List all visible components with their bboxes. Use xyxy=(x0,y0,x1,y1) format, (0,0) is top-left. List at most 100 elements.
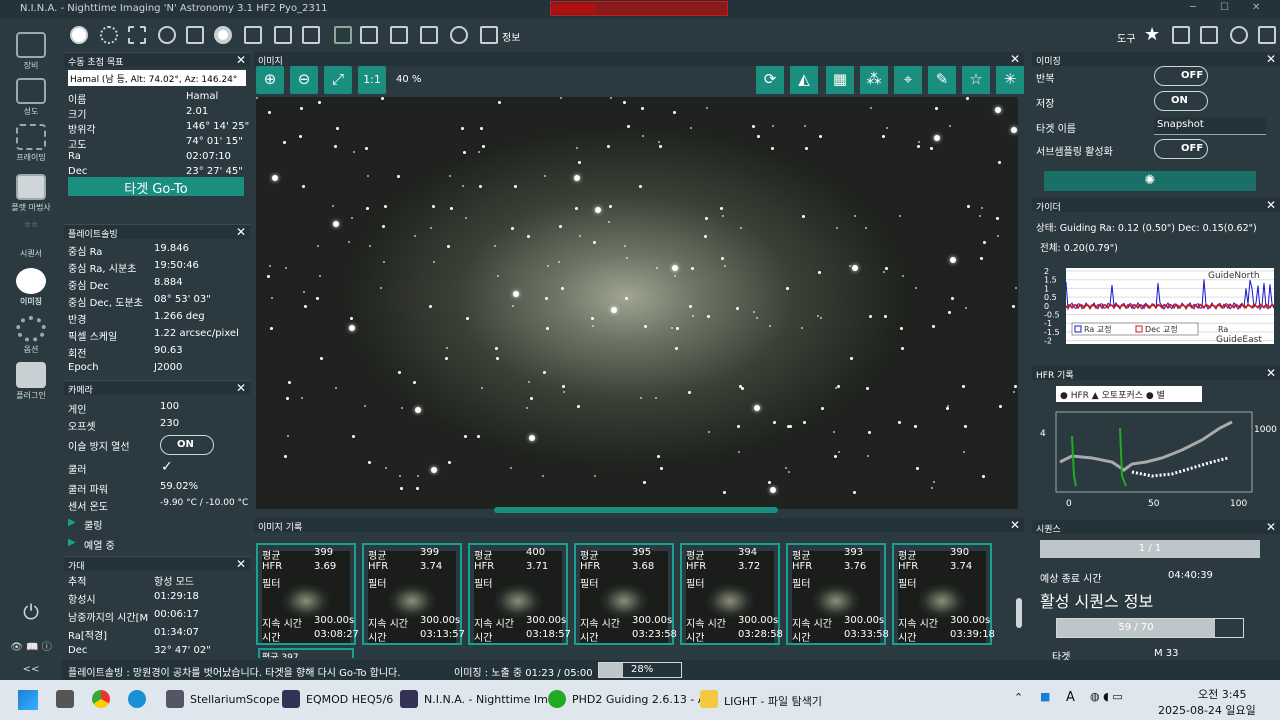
history-thumb[interactable]: 평균 394 HFR 3.72 필터 지속 시간 300.00s 시간 03:28:58 xyxy=(680,543,783,645)
graph-icon[interactable] xyxy=(420,26,438,44)
af-icon[interactable] xyxy=(1172,26,1190,44)
stars-icon[interactable]: ⁂ xyxy=(860,66,888,94)
history-icon[interactable] xyxy=(1230,26,1248,44)
nav-framing[interactable]: 프레이밍 xyxy=(0,124,62,163)
target-select[interactable]: Hamal (남 등, Alt: 74.02°, Az: 146.24° xyxy=(68,70,246,86)
info-label[interactable]: 정보 xyxy=(502,29,520,44)
close-icon[interactable]: ✕ xyxy=(1266,198,1276,212)
nav-plugins[interactable]: 플러그인 xyxy=(0,362,62,401)
nav-flat-wizard[interactable]: 플랫 마법사 xyxy=(0,174,62,213)
taskbar-app-1[interactable]: StellariumScope xyxy=(190,693,280,706)
history-thumb[interactable]: 평균 399 HFR 3.74 필터 지속 시간 300.00s 시간 03:13:57 xyxy=(362,543,465,645)
telescope-icon[interactable] xyxy=(186,26,204,44)
network-icon[interactable]: ◍ ◖ ▭ xyxy=(1090,690,1123,703)
weather-icon[interactable] xyxy=(302,26,320,44)
zoom-in-icon[interactable]: ⊕ xyxy=(256,66,284,94)
app-icon-1[interactable] xyxy=(166,690,184,708)
bar-icon[interactable] xyxy=(390,26,408,44)
close-icon[interactable]: ✕ xyxy=(236,557,246,571)
clock-time[interactable]: 오전 3:45 xyxy=(1198,686,1246,702)
repeat-toggle[interactable]: OFF xyxy=(1154,66,1208,86)
clock-date[interactable]: 2025-08-24 일요일 xyxy=(1158,702,1256,718)
camera-icon[interactable] xyxy=(70,26,88,44)
fit-icon[interactable]: ⤢ xyxy=(324,66,352,94)
star-icon[interactable]: ★ xyxy=(1144,24,1160,45)
list-icon[interactable] xyxy=(244,26,262,44)
help-icons[interactable]: 👁 📖 ⓘ xyxy=(0,638,62,653)
history-thumb[interactable]: 평균 399 HFR 3.69 필터 지속 시간 300.00s 시간 03:08:27 xyxy=(256,543,359,645)
maximize-icon[interactable]: ☐ xyxy=(1220,2,1229,13)
settings-icon[interactable] xyxy=(1258,26,1276,44)
minimize-icon[interactable]: ─ xyxy=(1190,2,1196,13)
nav-skyatlas[interactable]: 성도 xyxy=(0,78,62,117)
close-icon[interactable]: ✕ xyxy=(1266,52,1276,66)
history-thumb[interactable]: 평균 400 HFR 3.71 필터 지속 시간 300.00s 시간 03:18:57 xyxy=(468,543,571,645)
close-icon[interactable]: ✕ xyxy=(236,53,246,67)
subsample-toggle[interactable]: OFF xyxy=(1154,139,1208,159)
close-icon[interactable]: ✕ xyxy=(1266,520,1276,534)
dome-icon[interactable] xyxy=(360,26,378,44)
chrome-icon[interactable] xyxy=(92,690,110,708)
filterwheel-icon[interactable] xyxy=(100,26,118,44)
ime-icon[interactable]: A xyxy=(1066,690,1075,705)
grid-icon[interactable]: ▦ xyxy=(826,66,854,94)
h-scrollbar[interactable] xyxy=(494,507,778,513)
taskview-icon[interactable] xyxy=(56,690,74,708)
focuser-icon[interactable] xyxy=(128,26,146,44)
nav-equipment[interactable]: 장비 xyxy=(0,32,62,71)
zoom-out-icon[interactable]: ⊖ xyxy=(290,66,318,94)
cloud-icon[interactable] xyxy=(334,26,352,44)
switch-icon[interactable] xyxy=(274,26,292,44)
start-icon[interactable] xyxy=(18,690,38,710)
star-outline-icon[interactable]: ☆ xyxy=(962,66,990,94)
nav-options[interactable]: 옵션 xyxy=(0,316,62,355)
history-thumb[interactable]: 평균 393 HFR 3.76 필터 지속 시간 300.00s 시간 03:33:58 xyxy=(786,543,889,645)
taskbar-app-3[interactable]: N.I.N.A. - Nighttime Ima xyxy=(424,693,555,706)
flip-icon[interactable]: ◭ xyxy=(790,66,818,94)
history-thumb[interactable]: 평균 390 HFR 3.74 필터 지속 시간 300.00s 시간 03:39:18 xyxy=(892,543,995,645)
grid-icon[interactable] xyxy=(1200,26,1218,44)
save-toggle[interactable]: ON xyxy=(1154,91,1208,111)
magic-wand-icon[interactable]: ✎ xyxy=(928,66,956,94)
taskbar-app-4[interactable]: PHD2 Guiding 2.6.13 - A xyxy=(572,693,705,706)
rotator-icon[interactable] xyxy=(158,26,176,44)
goto-button[interactable]: 타겟 Go-To xyxy=(68,177,244,197)
partial-thumb[interactable]: 평균 397 xyxy=(258,648,354,658)
nav-sequencer[interactable]: ☆☆ 시퀀서 xyxy=(0,220,62,259)
taskbar-app-2[interactable]: EQMOD HEQ5/6 xyxy=(306,693,393,706)
collapse-button[interactable]: << xyxy=(0,664,62,675)
tools-label[interactable]: 도구 xyxy=(1117,30,1135,45)
close-icon[interactable]: ✕ xyxy=(1252,2,1260,13)
close-icon[interactable]: ✕ xyxy=(236,381,246,395)
shield-icon[interactable] xyxy=(480,26,498,44)
warming-icon[interactable]: ▶ xyxy=(68,537,76,548)
taskbar-app-5[interactable]: LIGHT - 파일 탐색기 xyxy=(724,693,822,709)
cooling-label[interactable]: 쿨링 xyxy=(84,517,102,532)
rotate-icon[interactable]: ⟳ xyxy=(756,66,784,94)
galaxy-image[interactable] xyxy=(256,97,1018,509)
close-icon[interactable]: ✕ xyxy=(1010,518,1020,532)
app-icon-2[interactable] xyxy=(282,690,300,708)
guider-icon[interactable] xyxy=(214,26,232,44)
close-icon[interactable]: ✕ xyxy=(236,225,246,239)
edge-icon[interactable] xyxy=(128,690,146,708)
close-icon[interactable]: ✕ xyxy=(1010,52,1020,66)
v-scrollbar[interactable] xyxy=(1016,598,1022,628)
cooling-icon[interactable]: ▶ xyxy=(68,517,76,528)
tray-chevron-icon[interactable]: ⌃ xyxy=(1014,691,1023,704)
one-to-one-button[interactable]: 1:1 xyxy=(358,66,386,94)
power-icon[interactable]: ⏻ xyxy=(0,600,62,624)
close-icon[interactable]: ✕ xyxy=(1266,366,1276,380)
tray-app-icon[interactable]: ■ xyxy=(1040,690,1050,703)
folder-icon[interactable] xyxy=(700,690,718,708)
spikes-icon[interactable]: ✳ xyxy=(996,66,1024,94)
snapshot-button[interactable]: ✺ xyxy=(1044,171,1256,191)
warming-label[interactable]: 예열 중 xyxy=(84,537,115,552)
app-icon-3[interactable] xyxy=(400,690,418,708)
dew-toggle[interactable]: ON xyxy=(160,435,214,455)
crosshair-icon[interactable]: ⌖ xyxy=(894,66,922,94)
nav-imaging[interactable]: 이미징 xyxy=(0,268,62,307)
target-name-input[interactable]: Snapshot xyxy=(1154,117,1266,135)
app-icon-4[interactable] xyxy=(548,690,566,708)
history-thumb[interactable]: 평균 395 HFR 3.68 필터 지속 시간 300.00s 시간 03:23:58 xyxy=(574,543,677,645)
